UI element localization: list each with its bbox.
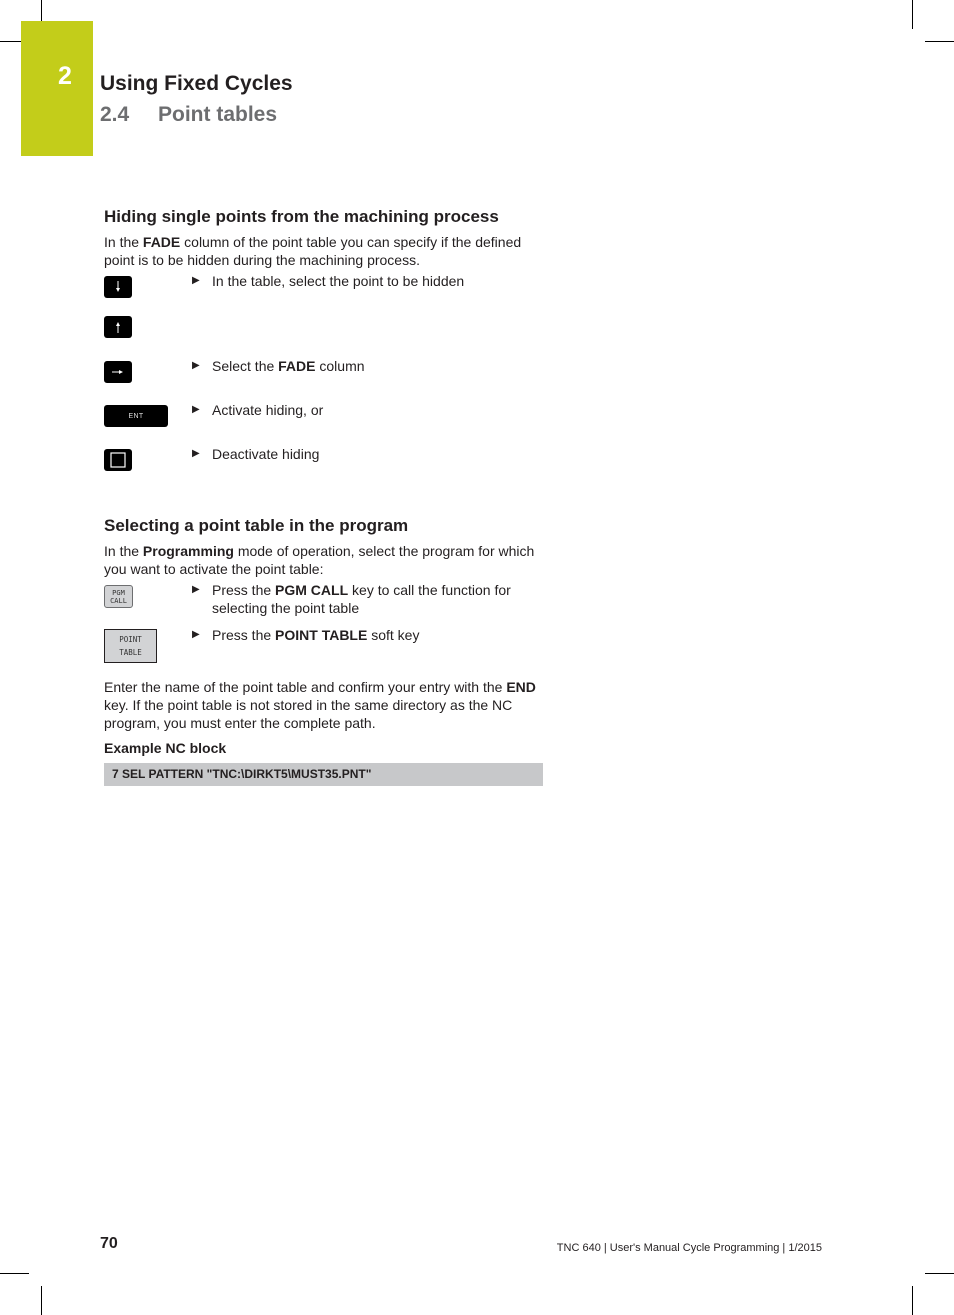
text: In the <box>104 543 143 559</box>
text: Enter the name of the point table and co… <box>104 679 507 695</box>
crop-mark <box>925 41 954 42</box>
arrow-up-key-icon <box>104 316 132 338</box>
key-label: CALL <box>110 596 127 605</box>
chapter-tab <box>21 21 93 156</box>
text: Press the <box>212 627 276 643</box>
text: Select the <box>212 358 279 374</box>
softkey-label: POINT <box>119 635 142 644</box>
no-ent-key-icon <box>104 449 132 471</box>
code-block: 7 SEL PATTERN "TNC:\DIRKT5\MUST35.PNT" <box>104 763 543 786</box>
key-label: PGM <box>112 588 125 597</box>
crop-mark <box>41 1286 42 1315</box>
step-item: ▶ Deactivate hiding <box>192 445 542 463</box>
step-item: ▶ Press the PGM CALL key to call the fun… <box>192 581 542 617</box>
chapter-number: 2 <box>58 62 72 90</box>
step-item: ▶ Press the POINT TABLE soft key <box>192 626 542 644</box>
chapter-title: Using Fixed Cycles <box>100 72 293 95</box>
section-outro: Enter the name of the point table and co… <box>104 678 549 732</box>
text: column <box>315 358 365 374</box>
bold-term: FADE <box>278 358 316 374</box>
crop-mark <box>0 41 21 42</box>
section-number: 2.4 <box>100 103 130 126</box>
step-arrow-icon: ▶ <box>192 275 200 286</box>
step-text: Deactivate hiding <box>212 445 319 463</box>
arrow-right-key-icon <box>104 361 132 383</box>
softkey-label: TABLE <box>119 648 142 657</box>
point-table-softkey-icon: POINT TABLE <box>104 629 157 663</box>
crop-mark <box>912 1286 913 1315</box>
section-intro: In the Programming mode of operation, se… <box>104 542 549 578</box>
step-item: ▶ Activate hiding, or <box>192 401 542 419</box>
text: Activate hiding, or <box>212 402 324 418</box>
section-name: Point tables <box>158 103 278 126</box>
bold-term: END <box>506 679 536 695</box>
bold-term: POINT TABLE <box>275 627 368 643</box>
ent-key-label: ENT <box>128 412 144 420</box>
text: Press the <box>212 582 276 598</box>
section-heading: Hiding single points from the machining … <box>104 207 499 226</box>
bold-term: Programming <box>142 543 234 559</box>
pgm-call-key-icon: PGM CALL <box>104 585 133 608</box>
crop-mark <box>912 0 913 29</box>
step-item: ▶ Select the FADE column <box>192 357 542 375</box>
step-arrow-icon: ▶ <box>192 404 200 415</box>
step-text: Select the FADE column <box>212 357 365 375</box>
step-item: ▶ In the table, select the point to be h… <box>192 272 542 290</box>
step-arrow-icon: ▶ <box>192 360 200 371</box>
text: soft key <box>367 627 420 643</box>
page-number: 70 <box>100 1235 118 1252</box>
text: In the <box>104 234 143 250</box>
text: In the table, select the point to be hid… <box>212 273 465 289</box>
arrow-down-key-icon <box>104 276 132 298</box>
example-label: Example NC block <box>104 740 227 756</box>
step-arrow-icon: ▶ <box>192 448 200 459</box>
bold-term: FADE <box>142 234 181 250</box>
section-heading: Selecting a point table in the program <box>104 516 409 535</box>
crop-mark <box>925 1273 954 1274</box>
step-arrow-icon: ▶ <box>192 584 200 595</box>
step-text: Press the PGM CALL key to call the funct… <box>212 581 542 617</box>
step-text: In the table, select the point to be hid… <box>212 272 464 290</box>
bold-term: PGM CALL <box>275 582 349 598</box>
footer-text: TNC 640 | User's Manual Cycle Programmin… <box>556 1242 822 1254</box>
step-arrow-icon: ▶ <box>192 629 200 640</box>
text: key. If the point table is not stored in… <box>104 697 513 731</box>
step-text: Press the POINT TABLE soft key <box>212 626 419 644</box>
step-text: Activate hiding, or <box>212 401 323 419</box>
section-title: 2.4 Point tables <box>100 103 277 127</box>
ent-key-icon: ENT <box>104 405 168 427</box>
text: Deactivate hiding <box>212 446 320 462</box>
section-intro: In the FADE column of the point table yo… <box>104 233 549 269</box>
crop-mark <box>0 1273 29 1274</box>
